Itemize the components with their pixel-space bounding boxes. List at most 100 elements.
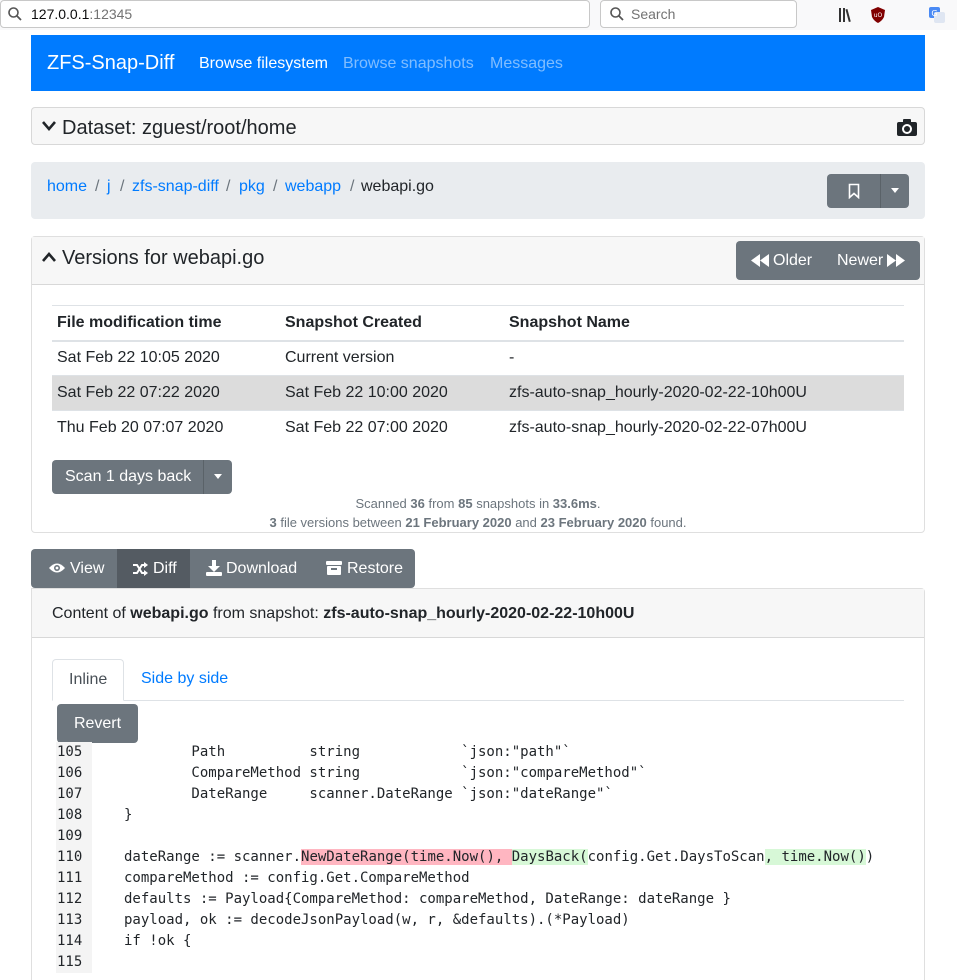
table-cell: -: [504, 340, 904, 376]
brand-logo[interactable]: ZFS-Snap-Diff: [47, 51, 174, 75]
line-content: payload, ok := decodeJsonPayload(w, r, &…: [124, 912, 630, 928]
breadcrumb-separator: /: [273, 178, 278, 195]
versions-card: Versions for webapi.go Older Newer File …: [31, 236, 925, 533]
line-content: if !ok {: [124, 933, 192, 949]
line-number: 110: [56, 847, 92, 868]
breadcrumb-zfs-snap-diff[interactable]: zfs-snap-diff: [132, 178, 219, 196]
diff-mode-tabs: Inline Side by side: [52, 659, 904, 701]
nav-messages[interactable]: Messages: [490, 54, 563, 74]
line-number: 112: [56, 889, 92, 910]
line-content: CompareMethod string `json:"compareMetho…: [124, 765, 647, 781]
column-header: Snapshot Created: [280, 305, 504, 342]
eye-icon: [49, 563, 65, 573]
line-number: 107: [56, 784, 92, 805]
stats-text: and: [511, 515, 541, 530]
shuffle-icon: [133, 562, 148, 576]
view-button[interactable]: View: [31, 549, 117, 588]
content-header-text: Content of: [52, 605, 131, 622]
revert-button[interactable]: Revert: [57, 704, 138, 743]
line-content: defaults := Payload{CompareMethod: compa…: [124, 891, 731, 907]
versions-title: Versions for webapi.go: [62, 247, 265, 269]
stats-to-date: 23 February 2020: [540, 515, 647, 530]
stats-duration: 33.6ms: [552, 496, 597, 511]
url-bar[interactable]: 127.0.0.1:12345: [0, 0, 590, 28]
table-row-selected[interactable]: Sat Feb 22 07:22 2020 Sat Feb 22 10:00 2…: [52, 375, 904, 411]
line-number: 111: [56, 868, 92, 889]
camera-icon[interactable]: [896, 117, 918, 137]
stats-from-date: 21 February 2020: [405, 515, 512, 530]
download-button[interactable]: Download: [190, 549, 312, 588]
newer-button[interactable]: Newer: [827, 241, 920, 280]
nav-browse-snapshots[interactable]: Browse snapshots: [343, 54, 474, 74]
line-content: compareMethod := config.Get.CompareMetho…: [124, 870, 470, 886]
main-navbar: ZFS-Snap-Diff Browse filesystem Browse s…: [31, 35, 925, 91]
ublock-icon[interactable]: uO: [869, 6, 887, 24]
stats-text: found.: [646, 515, 687, 530]
tab-side-by-side[interactable]: Side by side: [125, 659, 244, 701]
scan-button[interactable]: Scan 1 days back: [52, 460, 204, 494]
stats-total-count: 85: [458, 496, 473, 511]
table-cell: Sat Feb 22 10:00 2020: [280, 375, 504, 411]
content-card: Content of webapi.go from snapshot: zfs-…: [31, 588, 925, 980]
table-cell: Sat Feb 22 10:05 2020: [52, 340, 280, 376]
older-button[interactable]: Older: [736, 241, 827, 280]
tab-inline[interactable]: Inline: [52, 659, 125, 701]
line-content: }: [124, 807, 133, 823]
breadcrumb-home[interactable]: home: [47, 178, 87, 196]
diff-button[interactable]: Diff: [117, 549, 190, 588]
code-text: ): [865, 849, 875, 865]
table-cell: zfs-auto-snap_hourly-2020-02-22-07h00U: [504, 410, 904, 446]
bookmark-icon: [848, 183, 860, 199]
breadcrumb-separator: /: [95, 178, 100, 195]
breadcrumb-webapp[interactable]: webapp: [285, 178, 341, 196]
library-icon[interactable]: [837, 6, 855, 24]
browser-toolbar: 127.0.0.1:12345 Search uO G: [0, 0, 957, 30]
code-line: 108}: [56, 805, 916, 826]
chevron-up-icon[interactable]: [41, 251, 57, 263]
stats-text: .: [596, 496, 601, 511]
code-line: 115: [56, 952, 916, 973]
code-line: 110 dateRange := scanner.NewDateRange(tim…: [56, 847, 916, 868]
content-file-name: webapi.go: [130, 605, 209, 622]
bookmark-dropdown-button[interactable]: [881, 174, 909, 208]
code-text: dateRange := scanner.: [124, 849, 302, 865]
search-icon: [8, 7, 22, 21]
diff-insertion: , time.Now(): [764, 849, 866, 865]
code-line: 112 defaults := Payload{CompareMethod: co…: [56, 889, 916, 910]
line-number: 106: [56, 763, 92, 784]
dataset-title: Dataset: zguest/root/home: [62, 117, 297, 139]
breadcrumb-pkg[interactable]: pkg: [239, 178, 265, 196]
code-line: 109: [56, 826, 916, 847]
translate-icon[interactable]: G: [928, 6, 946, 24]
dataset-card: Dataset: zguest/root/home: [31, 107, 925, 145]
file-action-group: View Diff Download Restore: [31, 549, 415, 588]
svg-text:G: G: [931, 9, 937, 18]
stats-text: snapshots in: [472, 496, 553, 511]
scan-dropdown-button[interactable]: [204, 460, 232, 494]
code-line: 106 CompareMethod string `json:"compareM…: [56, 763, 916, 784]
caret-down-icon: [214, 474, 222, 479]
table-row[interactable]: Sat Feb 22 10:05 2020 Current version -: [52, 340, 904, 376]
chevron-down-icon[interactable]: [41, 120, 57, 132]
code-text: config.Get.DaysToScan: [587, 849, 765, 865]
url-port: :12345: [89, 6, 133, 22]
column-header: Snapshot Name: [504, 305, 904, 342]
search-placeholder: Search: [631, 6, 676, 22]
browser-search-input[interactable]: Search: [600, 0, 797, 28]
nav-browse-filesystem[interactable]: Browse filesystem: [199, 54, 328, 74]
table-header-row: File modification time Snapshot Created …: [52, 305, 904, 342]
versions-table: File modification time Snapshot Created …: [52, 305, 904, 446]
svg-text:uO: uO: [874, 12, 883, 19]
breadcrumb-j[interactable]: j: [107, 178, 111, 196]
line-number: 115: [56, 952, 92, 973]
table-row[interactable]: Thu Feb 20 07:07 2020 Sat Feb 22 07:00 2…: [52, 410, 904, 446]
table-cell: Sat Feb 22 07:00 2020: [280, 410, 504, 446]
content-header: Content of webapi.go from snapshot: zfs-…: [32, 589, 924, 638]
archive-icon: [326, 561, 342, 575]
breadcrumb: home / j / zfs-snap-diff / pkg / webapp …: [31, 162, 925, 219]
code-line: 113 payload, ok := decodeJsonPayload(w, r…: [56, 910, 916, 931]
breadcrumb-current: webapi.go: [361, 178, 434, 195]
restore-button[interactable]: Restore: [312, 549, 415, 588]
code-line: 107 DateRange scanner.DateRange `json:"d…: [56, 784, 916, 805]
bookmark-button[interactable]: [827, 174, 881, 208]
